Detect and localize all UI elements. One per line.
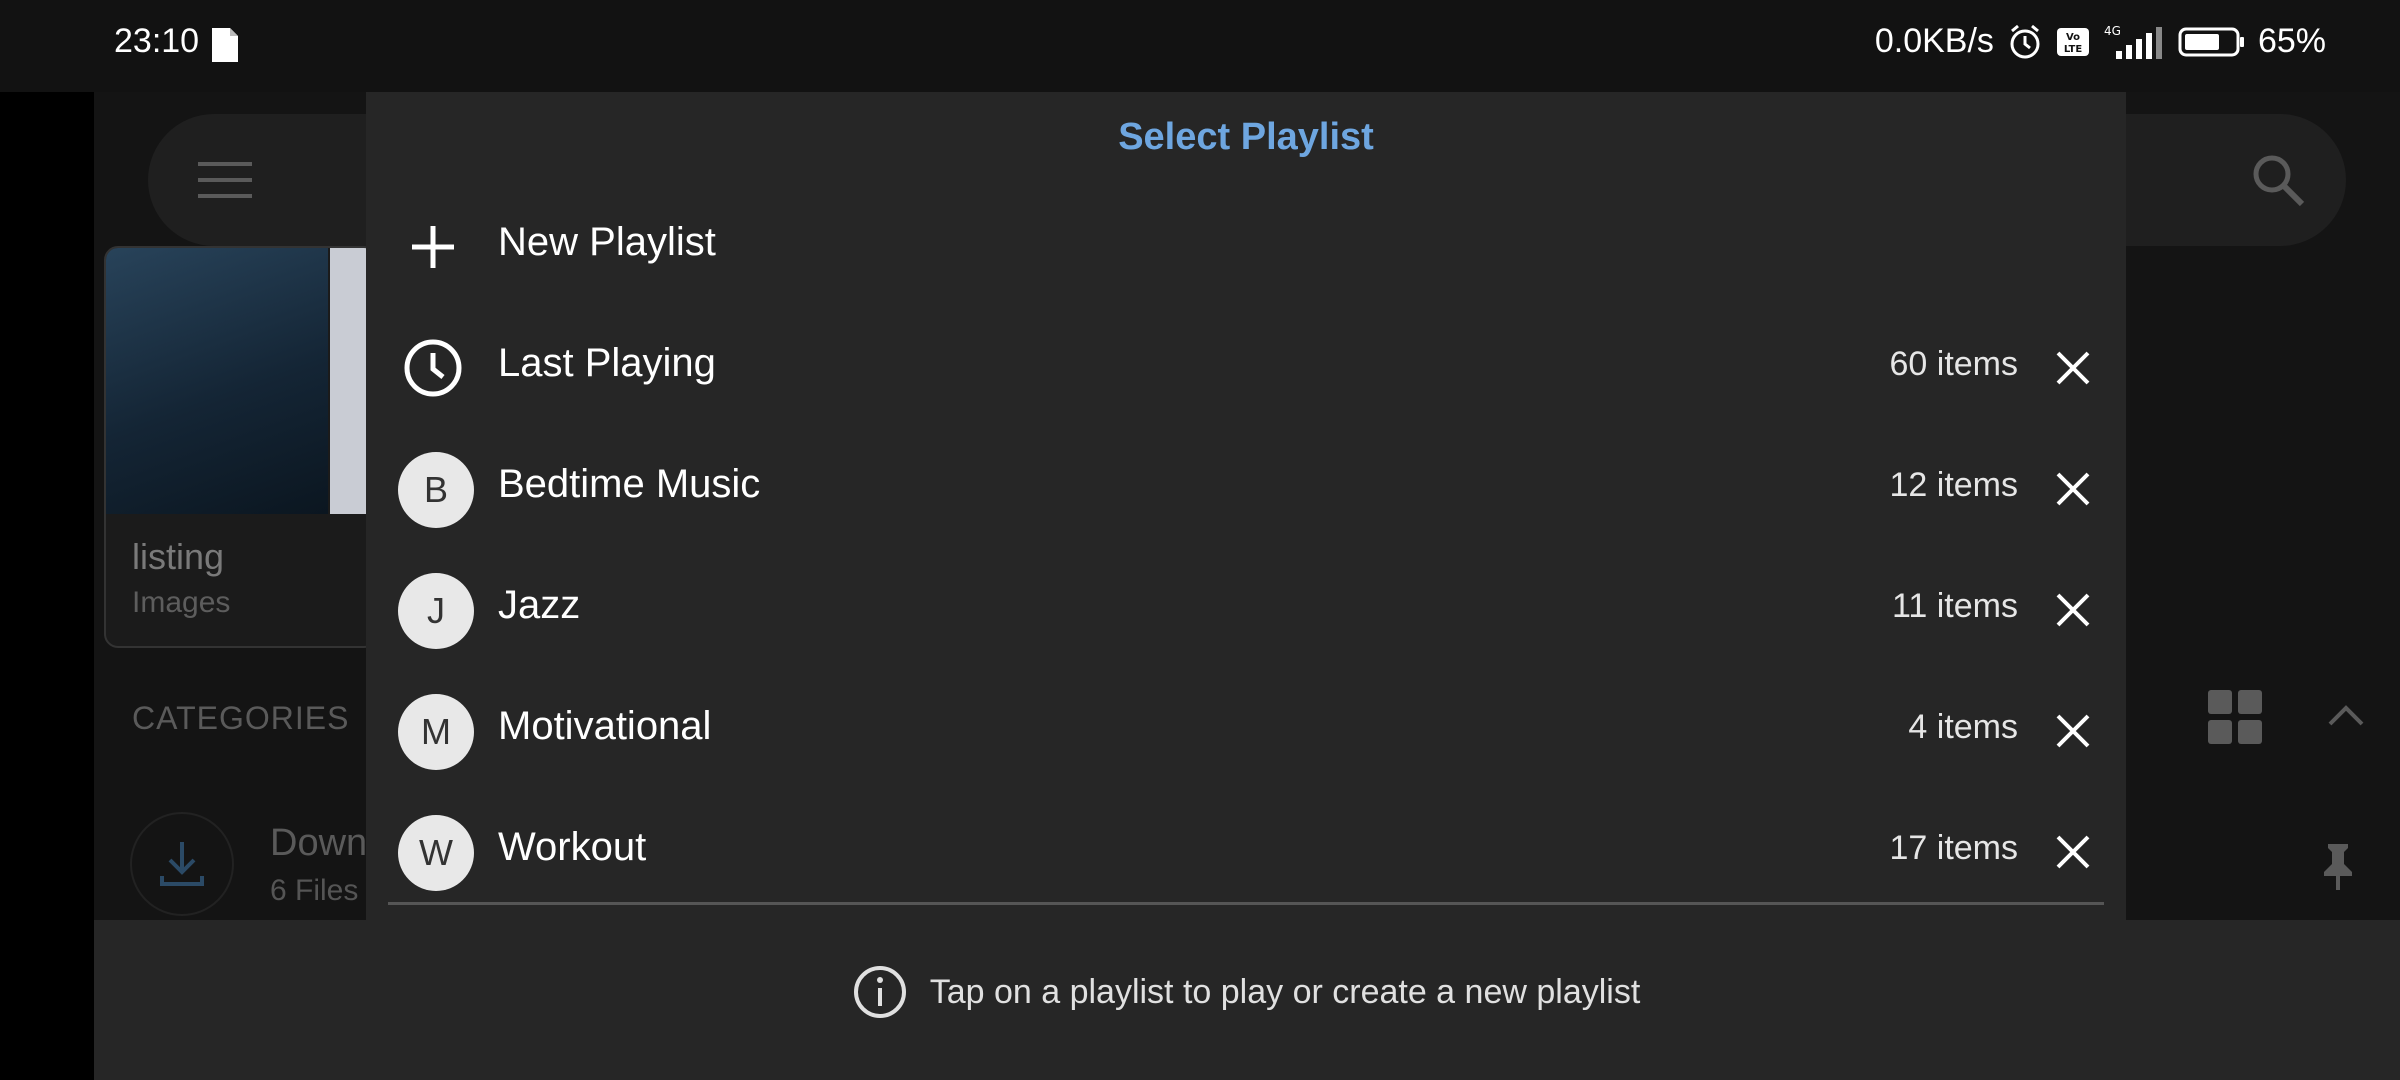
status-right: 0.0KB/s Vo LTE 4G 65% xyxy=(1875,22,2326,61)
clock-icon xyxy=(404,339,462,397)
download-icon xyxy=(130,812,234,916)
battery-icon xyxy=(2178,27,2244,56)
info-icon xyxy=(853,966,906,1018)
document-icon xyxy=(212,28,238,62)
plus-icon xyxy=(412,226,454,268)
card-title: listing xyxy=(132,536,225,577)
playlist-count: 60 items xyxy=(1889,345,2019,383)
pin-icon xyxy=(2324,844,2352,890)
playlist-row[interactable]: B Bedtime Music 12 items xyxy=(366,434,2126,544)
dialog-title: Select Playlist xyxy=(1118,116,1374,158)
new-playlist-row[interactable]: New Playlist xyxy=(366,192,2126,302)
close-icon[interactable] xyxy=(2054,591,2092,629)
playlist-row[interactable]: M Motivational 4 items xyxy=(366,676,2126,786)
avatar: M xyxy=(398,694,474,770)
playlist-row[interactable]: W Workout 17 items xyxy=(366,797,2126,907)
avatar: B xyxy=(398,452,474,528)
close-icon[interactable] xyxy=(2054,712,2092,750)
list-divider xyxy=(388,902,2104,905)
hint-text: Tap on a playlist to play or create a ne… xyxy=(929,972,1641,1011)
svg-text:Vo: Vo xyxy=(2066,32,2080,43)
select-playlist-dialog: Select Playlist New Playlist Last Playin… xyxy=(366,92,2126,1080)
avatar: J xyxy=(398,573,474,649)
categories-label: CATEGORIES xyxy=(132,700,350,736)
menu-icon xyxy=(198,162,252,198)
playlist-name: Last Playing xyxy=(498,341,716,385)
playlist-count: 17 items xyxy=(1889,829,2019,867)
playlist-count: 12 items xyxy=(1889,466,2019,504)
network-type: 4G xyxy=(2104,24,2121,38)
close-icon[interactable] xyxy=(2054,470,2092,508)
playlist-name: Bedtime Music xyxy=(498,462,761,506)
status-bar: 23:10 0.0KB/s Vo LTE 4G 65% xyxy=(0,0,2400,92)
folder-subtitle: 6 Files xyxy=(270,874,359,907)
status-time: 23:10 xyxy=(114,22,200,60)
alarm-icon xyxy=(2010,24,2040,58)
grid-view-icon xyxy=(2208,690,2262,744)
playlist-name: Motivational xyxy=(498,704,712,748)
card-subtitle: Images xyxy=(132,586,231,619)
svg-text:LTE: LTE xyxy=(2064,44,2083,55)
battery-percent: 65% xyxy=(2257,22,2326,60)
signal-icon: 4G xyxy=(2104,24,2162,59)
close-icon[interactable] xyxy=(2054,349,2092,387)
playlist-count: 4 items xyxy=(1908,708,2018,746)
avatar: W xyxy=(398,815,474,891)
video-thumbnail xyxy=(106,248,328,514)
folder-title: Down xyxy=(270,822,368,864)
playlist-name: Jazz xyxy=(498,583,581,627)
playlist-row[interactable]: J Jazz 11 items xyxy=(366,555,2126,665)
network-speed: 0.0KB/s xyxy=(1874,22,1994,60)
playlist-row[interactable]: Last Playing 60 items xyxy=(366,313,2126,423)
search-icon xyxy=(2253,155,2305,207)
playlist-count: 11 items xyxy=(1892,587,2018,625)
close-icon[interactable] xyxy=(2054,833,2092,871)
playlist-name: Workout xyxy=(498,825,647,869)
hint-row: Tap on a playlist to play or create a ne… xyxy=(366,964,2126,1020)
new-playlist-label: New Playlist xyxy=(498,220,716,264)
volte-icon: Vo LTE xyxy=(2056,27,2089,56)
chevron-up-icon xyxy=(2328,705,2364,726)
